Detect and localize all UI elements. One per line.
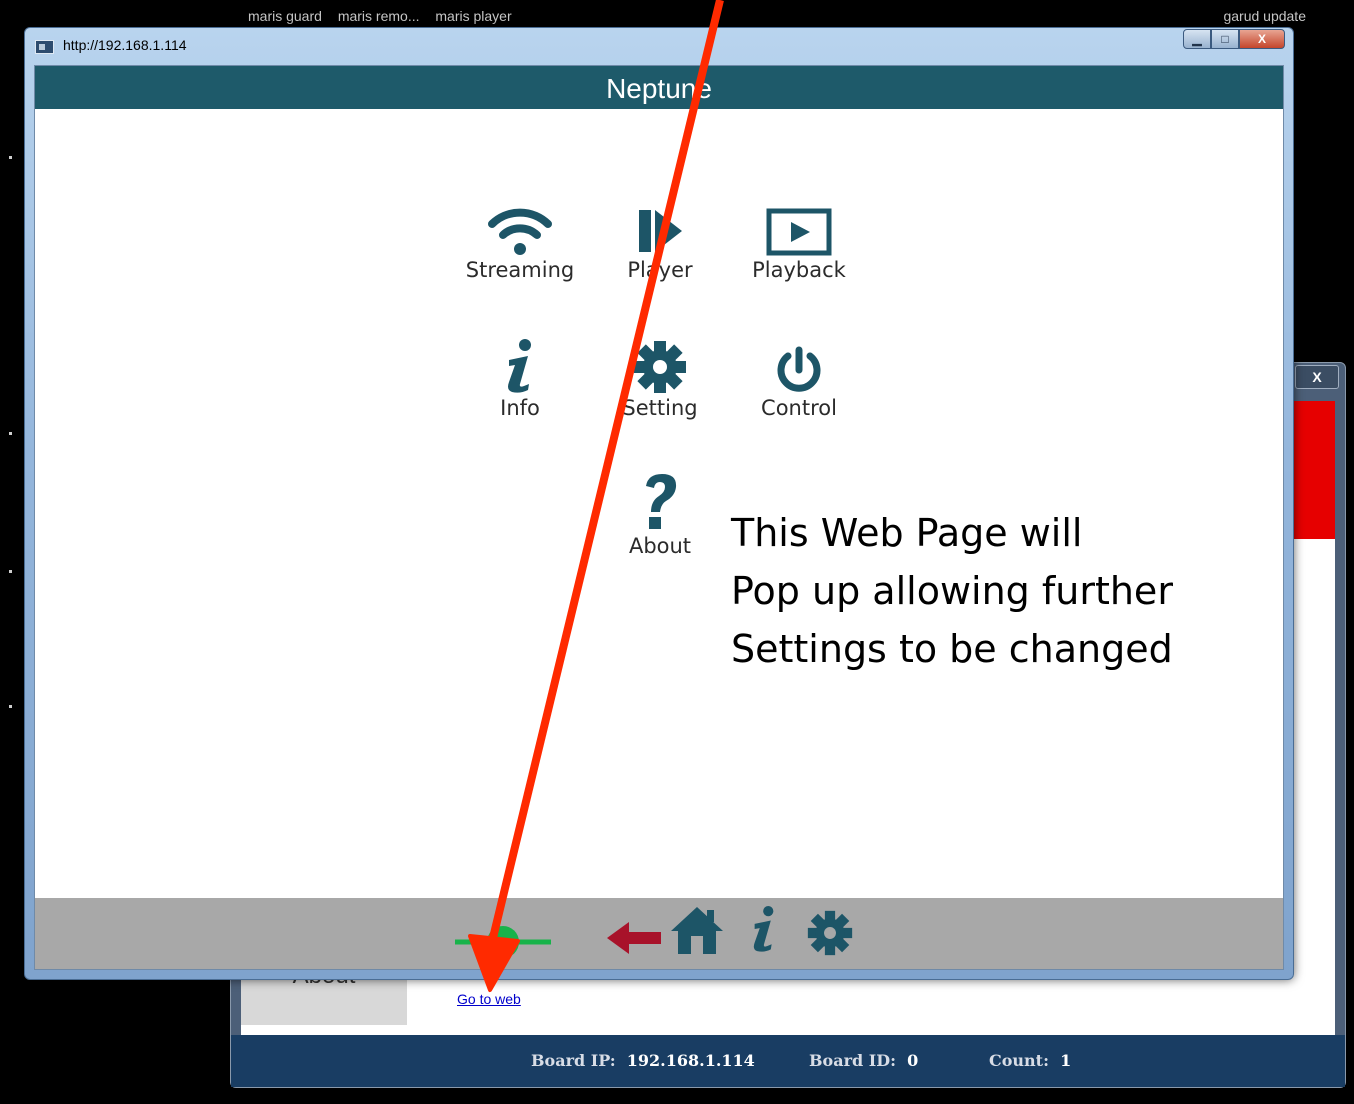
window-titlebar[interactable]: http://192.168.1.114 ▁ □ X bbox=[25, 28, 1293, 64]
menu-label: Setting bbox=[622, 396, 698, 420]
background-close-button[interactable]: X bbox=[1295, 365, 1339, 389]
board-id-status: Board ID: 0 bbox=[809, 1051, 918, 1070]
board-id-value: 0 bbox=[907, 1051, 919, 1070]
menu-label: Streaming bbox=[465, 258, 575, 282]
menu-setting[interactable]: Setting bbox=[590, 334, 730, 420]
annotation-callout-text: This Web Page will Pop up allowing furth… bbox=[731, 504, 1173, 678]
count-label: Count: bbox=[989, 1051, 1049, 1070]
browser-popup-window: http://192.168.1.114 ▁ □ X Neptune Strea… bbox=[24, 27, 1294, 980]
web-page: Neptune Streaming Player Playback Info S… bbox=[34, 65, 1284, 970]
callout-line: Settings to be changed bbox=[731, 627, 1173, 671]
menu-label: Info bbox=[500, 396, 540, 420]
question-icon bbox=[646, 474, 677, 529]
maximize-button[interactable]: □ bbox=[1211, 29, 1239, 49]
desktop-shortcut-labels: maris guard maris remo... maris player bbox=[248, 8, 524, 24]
count-value: 1 bbox=[1060, 1051, 1072, 1070]
player-icon bbox=[639, 210, 682, 252]
power-icon bbox=[777, 346, 821, 392]
count-status: Count: 1 bbox=[989, 1051, 1071, 1070]
window-controls: ▁ □ X bbox=[1183, 29, 1285, 49]
close-button[interactable]: X bbox=[1239, 29, 1285, 49]
menu-streaming[interactable]: Streaming bbox=[450, 196, 590, 282]
callout-line: Pop up allowing further bbox=[731, 569, 1173, 613]
window-app-icon bbox=[35, 40, 54, 54]
info-icon bbox=[508, 339, 531, 393]
desktop-label-right[interactable]: garud update bbox=[1223, 8, 1306, 24]
page-footer-toolbar bbox=[35, 898, 1283, 969]
info-icon[interactable] bbox=[747, 904, 781, 954]
board-ip-label: Board IP: bbox=[531, 1051, 616, 1070]
playback-icon bbox=[766, 208, 832, 256]
go-to-web-link[interactable]: Go to web bbox=[457, 991, 521, 1007]
wifi-icon bbox=[488, 208, 552, 255]
menu-info[interactable]: Info bbox=[450, 334, 590, 420]
red-indicator-panel bbox=[1293, 401, 1335, 539]
board-ip-value: 192.168.1.114 bbox=[626, 1051, 755, 1070]
page-title: Neptune bbox=[35, 66, 1283, 109]
desktop-dot bbox=[9, 156, 12, 159]
board-ip-status: Board IP: 192.168.1.114 bbox=[531, 1051, 755, 1070]
window-title: http://192.168.1.114 bbox=[63, 37, 187, 53]
menu-label: Playback bbox=[752, 258, 846, 282]
desktop-dot bbox=[9, 570, 12, 573]
menu-label: Player bbox=[627, 258, 693, 282]
status-bar: Board IP: 192.168.1.114 Board ID: 0 Coun… bbox=[231, 1035, 1345, 1087]
connection-status-icon bbox=[455, 926, 551, 958]
home-icon[interactable] bbox=[669, 904, 725, 956]
gear-icon[interactable] bbox=[807, 910, 853, 956]
gear-icon bbox=[634, 341, 686, 393]
menu-label: About bbox=[628, 534, 692, 558]
callout-line: This Web Page will bbox=[731, 511, 1083, 555]
board-id-label: Board ID: bbox=[809, 1051, 897, 1070]
menu-about[interactable]: About bbox=[590, 472, 730, 558]
desktop-label[interactable]: maris guard bbox=[248, 8, 322, 24]
desktop-dot bbox=[9, 705, 12, 708]
menu-control[interactable]: Control bbox=[729, 334, 869, 420]
desktop-label[interactable]: maris remo... bbox=[338, 8, 420, 24]
menu-player[interactable]: Player bbox=[590, 196, 730, 282]
menu-playback[interactable]: Playback bbox=[729, 196, 869, 282]
desktop-dot bbox=[9, 432, 12, 435]
minimize-button[interactable]: ▁ bbox=[1183, 29, 1211, 49]
desktop-label[interactable]: maris player bbox=[435, 8, 511, 24]
menu-label: Control bbox=[761, 396, 837, 420]
back-arrow-icon[interactable] bbox=[605, 916, 663, 956]
